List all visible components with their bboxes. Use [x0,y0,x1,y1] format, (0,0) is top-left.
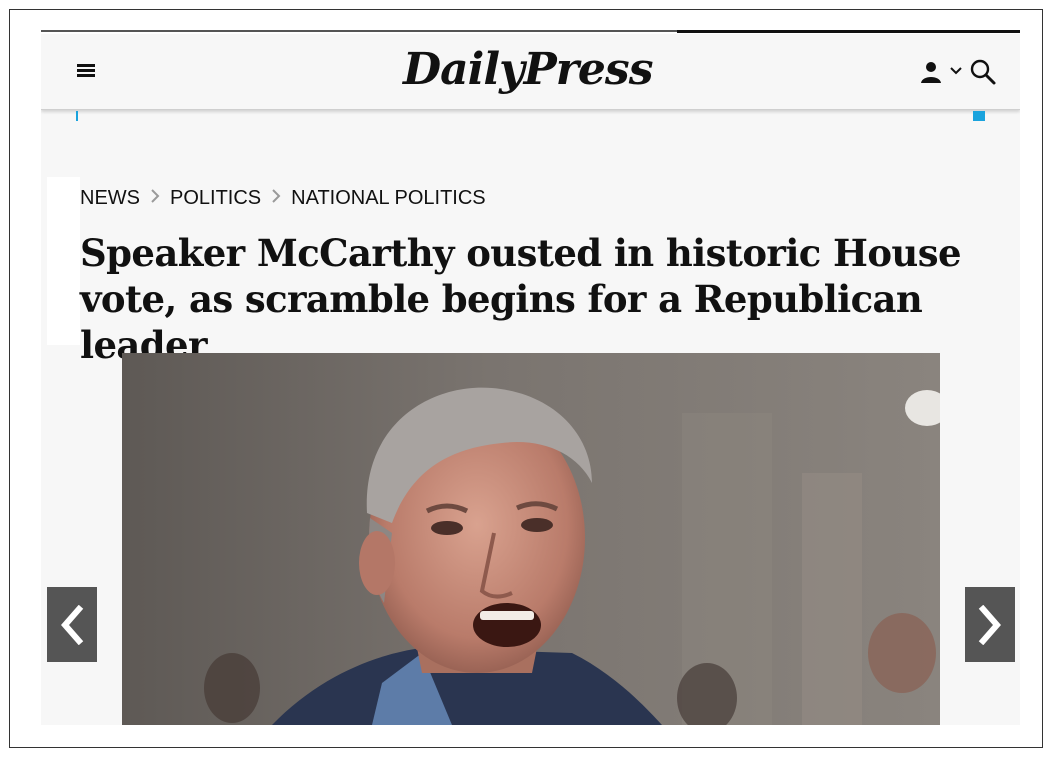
left-rail [47,177,80,345]
gallery-prev-button[interactable] [47,587,97,662]
breadcrumb: NEWS POLITICS NATIONAL POLITICS [80,186,486,210]
breadcrumb-item-politics[interactable]: POLITICS [170,187,261,210]
gallery-next-button[interactable] [965,587,1015,662]
chevron-right-icon [150,187,160,210]
site-logo[interactable]: DailyPress [403,42,653,102]
ad-slot-marker-left [76,111,78,121]
site-header: DailyPress [41,34,1020,110]
chevron-right-icon [271,187,281,210]
top-strip-left [41,30,677,32]
breadcrumb-item-news[interactable]: NEWS [80,187,140,210]
chevron-down-icon [950,67,962,75]
chevron-left-icon [61,604,84,645]
hamburger-menu-icon[interactable] [77,64,97,80]
person-icon [921,62,941,83]
top-strip-right [677,30,1020,33]
article-photo [122,353,940,725]
chevron-right-icon [978,604,1001,645]
breadcrumb-item-national-politics[interactable]: NATIONAL POLITICS [291,187,485,210]
page: DailyPress NEWS POLITICS NATIONAL POLITI… [41,30,1020,725]
article-headline: Speaker McCarthy ousted in historic Hous… [80,231,961,367]
ad-slot-marker-right [973,111,985,121]
search-icon[interactable] [969,58,997,86]
account-button[interactable] [919,60,967,84]
